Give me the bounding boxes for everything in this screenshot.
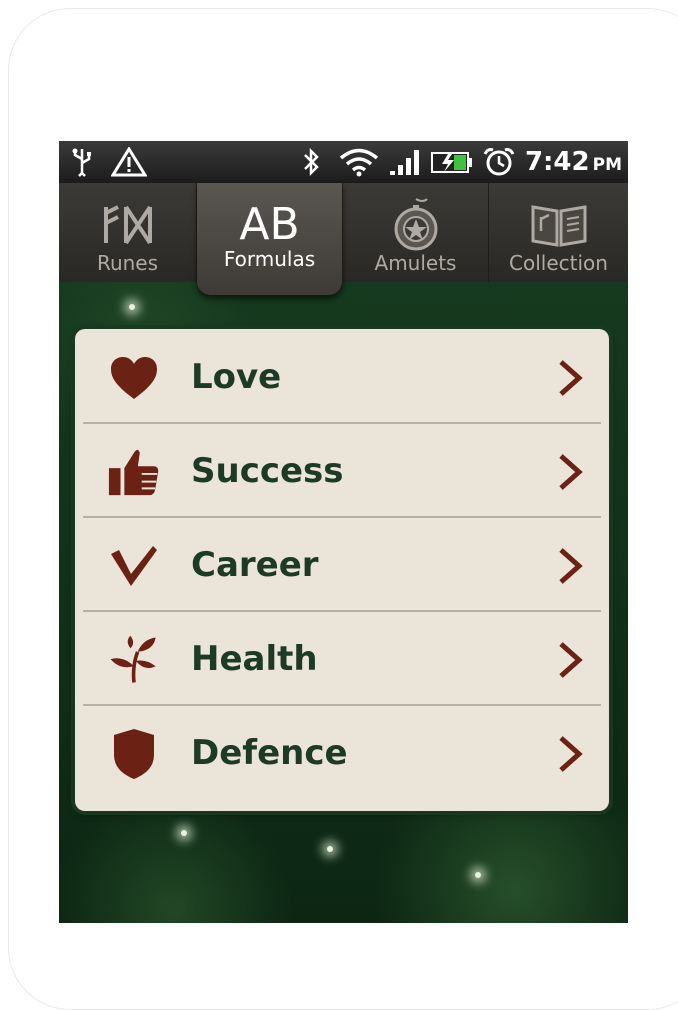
list-item-label: Career [191,545,319,585]
amulet-icon [343,197,488,253]
tab-formulas-label: Formulas [223,247,316,271]
ab-glyph: AB [239,199,300,250]
thumbs-up-icon [107,445,161,499]
alarm-icon [481,146,517,178]
tab-formulas[interactable]: AB Formulas [197,183,343,295]
chevron-right-icon [559,548,583,584]
formula-category-list: Love Success Career Health Defence [75,329,609,811]
tab-collection[interactable]: Collection [489,183,628,282]
sprout-icon [107,633,161,687]
warning-icon [109,146,149,178]
list-item-label: Success [191,451,344,491]
chevron-right-icon [559,736,583,772]
tab-bar: Runes AB Formulas Amulets Collection [59,183,628,295]
chevron-right-icon [559,360,583,396]
book-icon [489,197,628,253]
wifi-icon [337,146,381,178]
shield-icon [107,727,161,781]
sparkle [327,846,333,852]
phone-screen: 7:42 PM Runes AB Formulas Amulets Collec… [59,141,628,923]
tab-runes[interactable]: Runes [59,183,197,282]
tab-collection-label: Collection [509,251,608,275]
bluetooth-icon [299,146,323,178]
status-bar: 7:42 PM [59,141,628,183]
list-item-career[interactable]: Career [83,519,601,612]
checkmark-icon [107,539,161,593]
list-item-label: Defence [191,733,348,773]
clock-ampm: PM [592,155,622,175]
status-clock: 7:42 PM [525,145,622,179]
usb-icon [67,146,97,178]
chevron-right-icon [559,454,583,490]
chevron-right-icon [559,642,583,678]
runes-icon [59,197,196,253]
list-item-label: Health [191,639,318,679]
list-item-defence[interactable]: Defence [83,707,601,800]
heart-icon [107,351,161,405]
tab-amulets[interactable]: Amulets [343,183,489,282]
list-item-love[interactable]: Love [83,331,601,424]
list-item-success[interactable]: Success [83,425,601,518]
ab-icon: AB [197,197,342,253]
clock-time: 7:42 [524,147,590,177]
sparkle [129,304,135,310]
list-item-label: Love [191,357,282,397]
signal-icon [387,146,423,178]
list-item-health[interactable]: Health [83,613,601,706]
sparkle [475,872,481,878]
sparkle [181,830,187,836]
battery-icon [429,146,475,178]
tab-runes-label: Runes [96,251,159,275]
tab-amulets-label: Amulets [374,251,457,275]
